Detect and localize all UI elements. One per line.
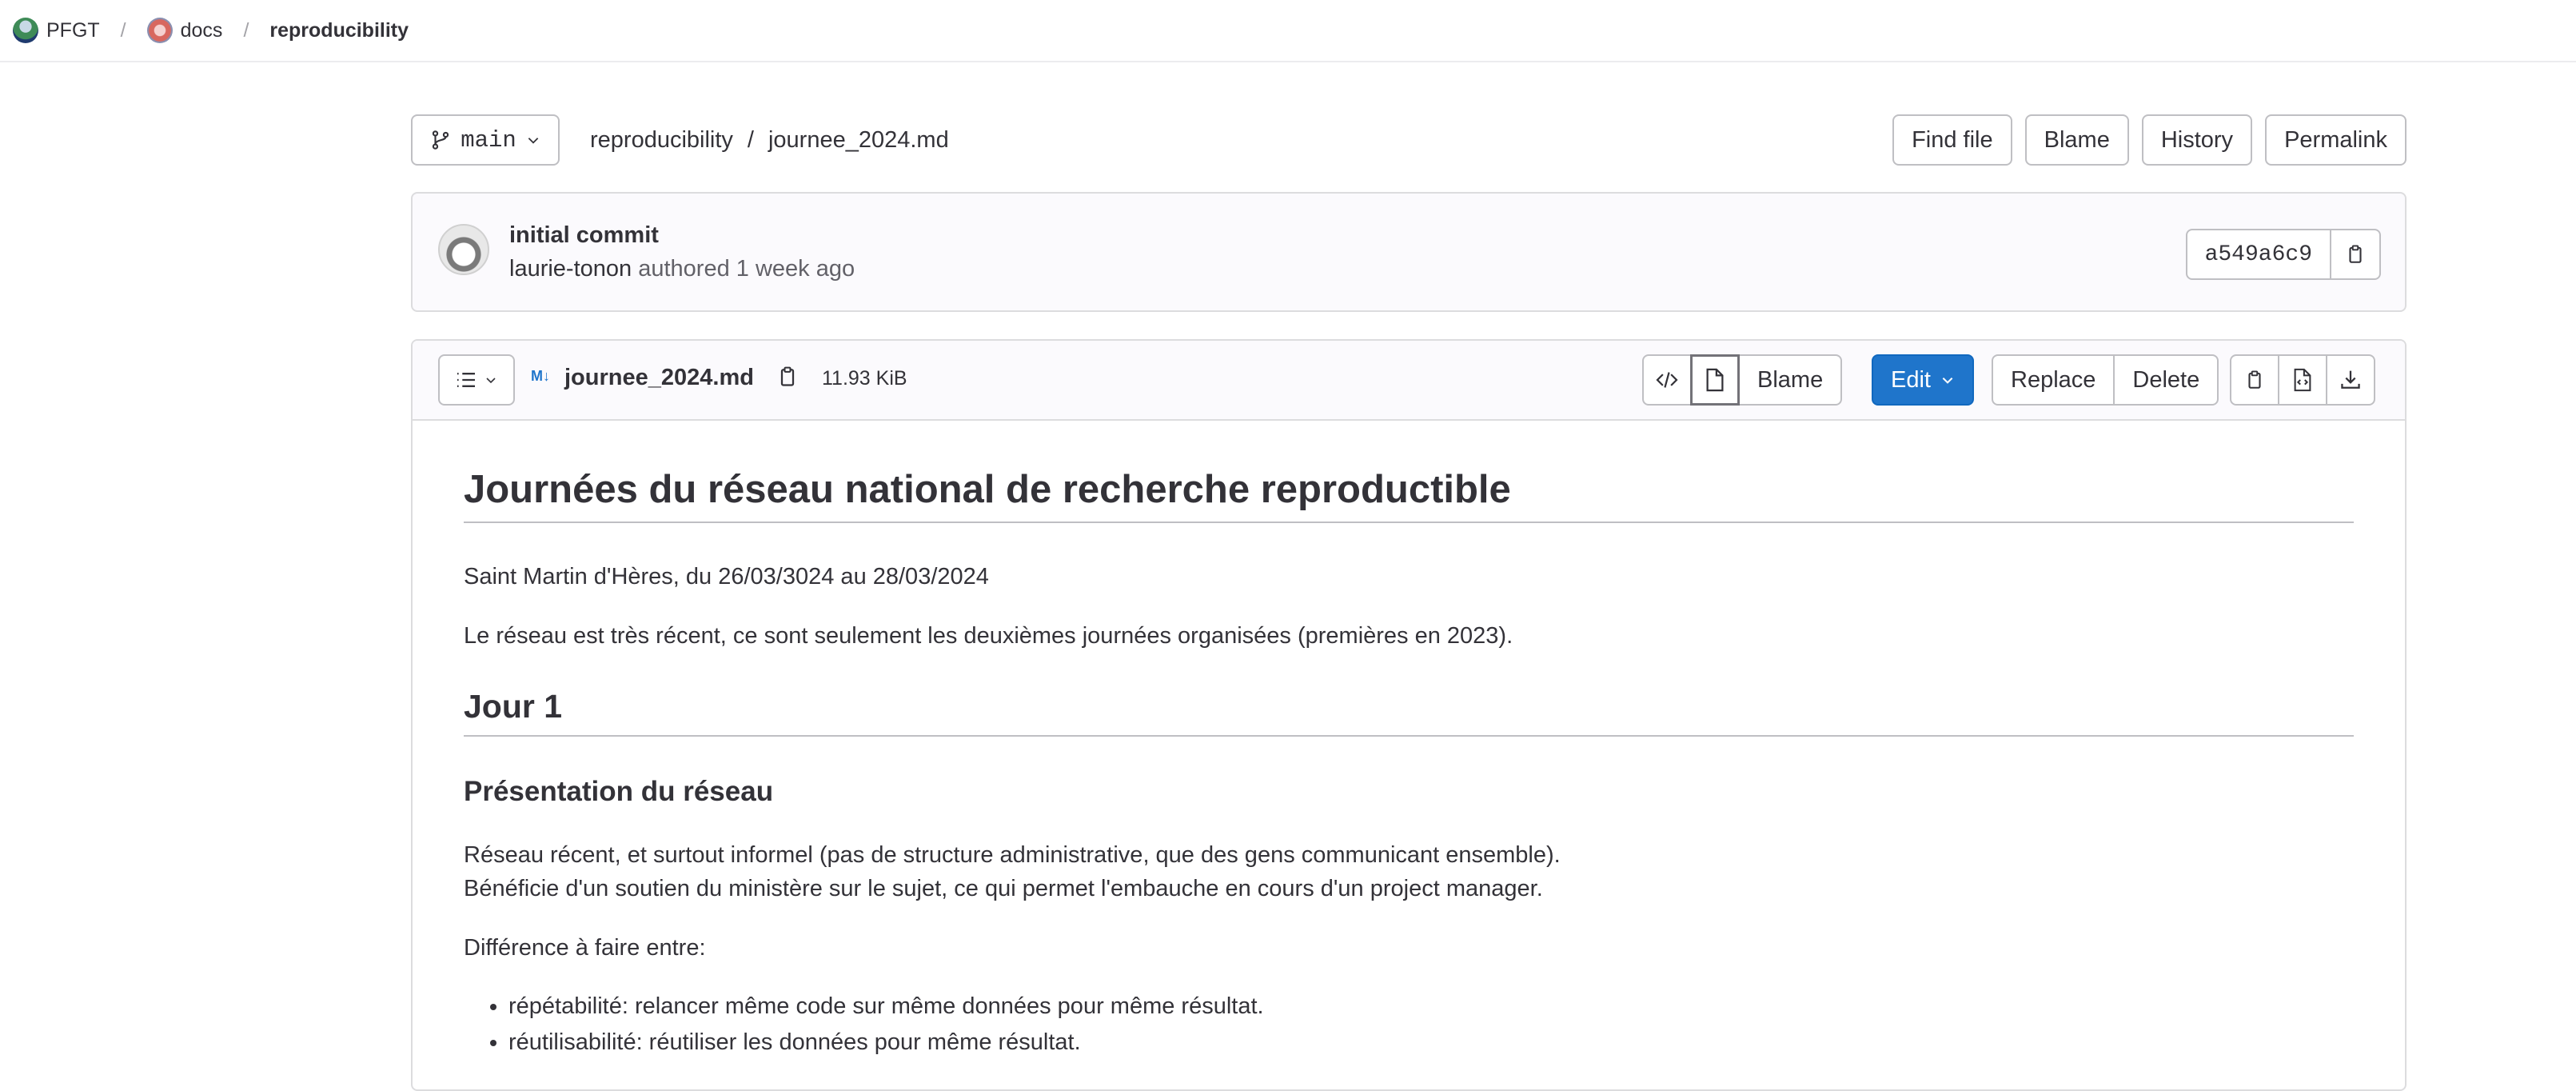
- heading-h2: Jour 1: [464, 688, 2354, 737]
- project-avatar-icon: [146, 18, 173, 43]
- find-file-button[interactable]: Find file: [1892, 114, 2012, 166]
- commit-meta: laurie-tonon authored 1 week ago: [509, 256, 855, 282]
- file-path: reproducibility / journee_2024.md: [590, 114, 949, 166]
- copy-icon: [2349, 245, 2362, 263]
- paragraph-location: Saint Martin d'Hères, du 26/03/3024 au 2…: [464, 564, 989, 589]
- commit-title[interactable]: initial commit: [509, 222, 659, 249]
- chevron-down-icon: [528, 138, 539, 144]
- table-of-contents-button[interactable]: [438, 354, 515, 406]
- copy-contents-button[interactable]: [2230, 354, 2279, 406]
- markdown-icon: M↓: [531, 368, 550, 384]
- document-icon: [1706, 368, 1724, 392]
- heading-h1: Journées du réseau national de recherche…: [464, 467, 2354, 523]
- code-icon: [1656, 372, 1678, 388]
- copy-file-path-button[interactable]: [776, 365, 799, 393]
- breadcrumb-separator: /: [243, 18, 249, 42]
- breadcrumb-item-reproducibility[interactable]: reproducibility: [269, 19, 409, 42]
- author-avatar[interactable]: [438, 224, 489, 275]
- replace-delete-group: Replace Delete: [1992, 354, 2219, 406]
- top-breadcrumb-bar: PFGT / docs / reproducibility: [0, 0, 2576, 62]
- breadcrumb-separator: /: [120, 18, 126, 42]
- blame-view-button[interactable]: Blame: [1738, 354, 1843, 406]
- source-view-button[interactable]: [1642, 354, 1692, 406]
- path-segment-file: journee_2024.md: [768, 126, 949, 153]
- history-button[interactable]: History: [2141, 114, 2253, 166]
- file-header: main reproducibility / journee_2024.md F…: [411, 114, 2407, 166]
- file-code-icon: [2294, 368, 2311, 392]
- paragraph-intro: Le réseau est très récent, ce sont seule…: [464, 623, 1513, 649]
- edit-label: Edit: [1891, 366, 1931, 393]
- paragraph-network-line2: Bénéficie d'un soutien du ministère sur …: [464, 876, 1543, 901]
- open-raw-button[interactable]: [2278, 354, 2327, 406]
- viewer-toggle: Blame: [1642, 354, 1843, 406]
- breadcrumb-item-docs[interactable]: docs: [181, 19, 223, 42]
- blame-button[interactable]: Blame: [2024, 114, 2129, 166]
- copy-icon: [2248, 370, 2261, 389]
- list-item: répétabilité: relancer même code sur mêm…: [508, 989, 1264, 1025]
- permalink-button[interactable]: Permalink: [2265, 114, 2407, 166]
- bullet-list: répétabilité: relancer même code sur mêm…: [464, 989, 1264, 1061]
- file-name: journee_2024.md: [564, 365, 754, 390]
- download-icon: [2341, 370, 2360, 389]
- branch-icon: [433, 130, 449, 150]
- commit-author[interactable]: laurie-tonon: [509, 256, 632, 282]
- file-actions: Find file Blame History Permalink: [1892, 114, 2407, 166]
- file-panel: M↓ journee_2024.md 11.93 KiB Blame Edit …: [411, 339, 2407, 1091]
- delete-button[interactable]: Delete: [2113, 354, 2219, 406]
- breadcrumb-item-pfgt[interactable]: PFGT: [46, 19, 100, 42]
- branch-selector[interactable]: main: [411, 114, 560, 166]
- heading-h3: Présentation du réseau: [464, 776, 774, 807]
- chevron-down-icon: [486, 378, 496, 384]
- paragraph-network-line1: Réseau récent, et surtout informel (pas …: [464, 842, 1561, 868]
- commit-sha-group: a549a6c9: [2185, 229, 2381, 280]
- paragraph-difference: Différence à faire entre:: [464, 935, 706, 961]
- branch-name: main: [461, 126, 516, 154]
- path-segment-directory[interactable]: reproducibility: [590, 127, 733, 154]
- breadcrumb: PFGT / docs / reproducibility: [13, 18, 409, 43]
- commit-sha[interactable]: a549a6c9: [2185, 229, 2331, 280]
- file-icon-actions: [2230, 354, 2375, 406]
- rendered-view-button[interactable]: [1690, 354, 1740, 406]
- download-button[interactable]: [2326, 354, 2375, 406]
- file-size: 11.93 KiB: [822, 367, 907, 390]
- chevron-down-icon: [1942, 378, 1953, 384]
- list-icon: [457, 372, 475, 388]
- copy-icon: [780, 366, 795, 386]
- copy-sha-button[interactable]: [2331, 229, 2381, 280]
- replace-button[interactable]: Replace: [1992, 354, 2115, 406]
- path-separator: /: [747, 126, 754, 153]
- list-item: réutilisabilité: réutiliser les données …: [508, 1025, 1264, 1061]
- commit-time: authored 1 week ago: [638, 256, 855, 282]
- file-toolbar: M↓ journee_2024.md 11.93 KiB Blame Edit …: [413, 341, 2405, 421]
- group-avatar-icon: [13, 18, 38, 43]
- last-commit: initial commit laurie-tonon authored 1 w…: [411, 192, 2407, 312]
- edit-button[interactable]: Edit: [1872, 354, 1974, 406]
